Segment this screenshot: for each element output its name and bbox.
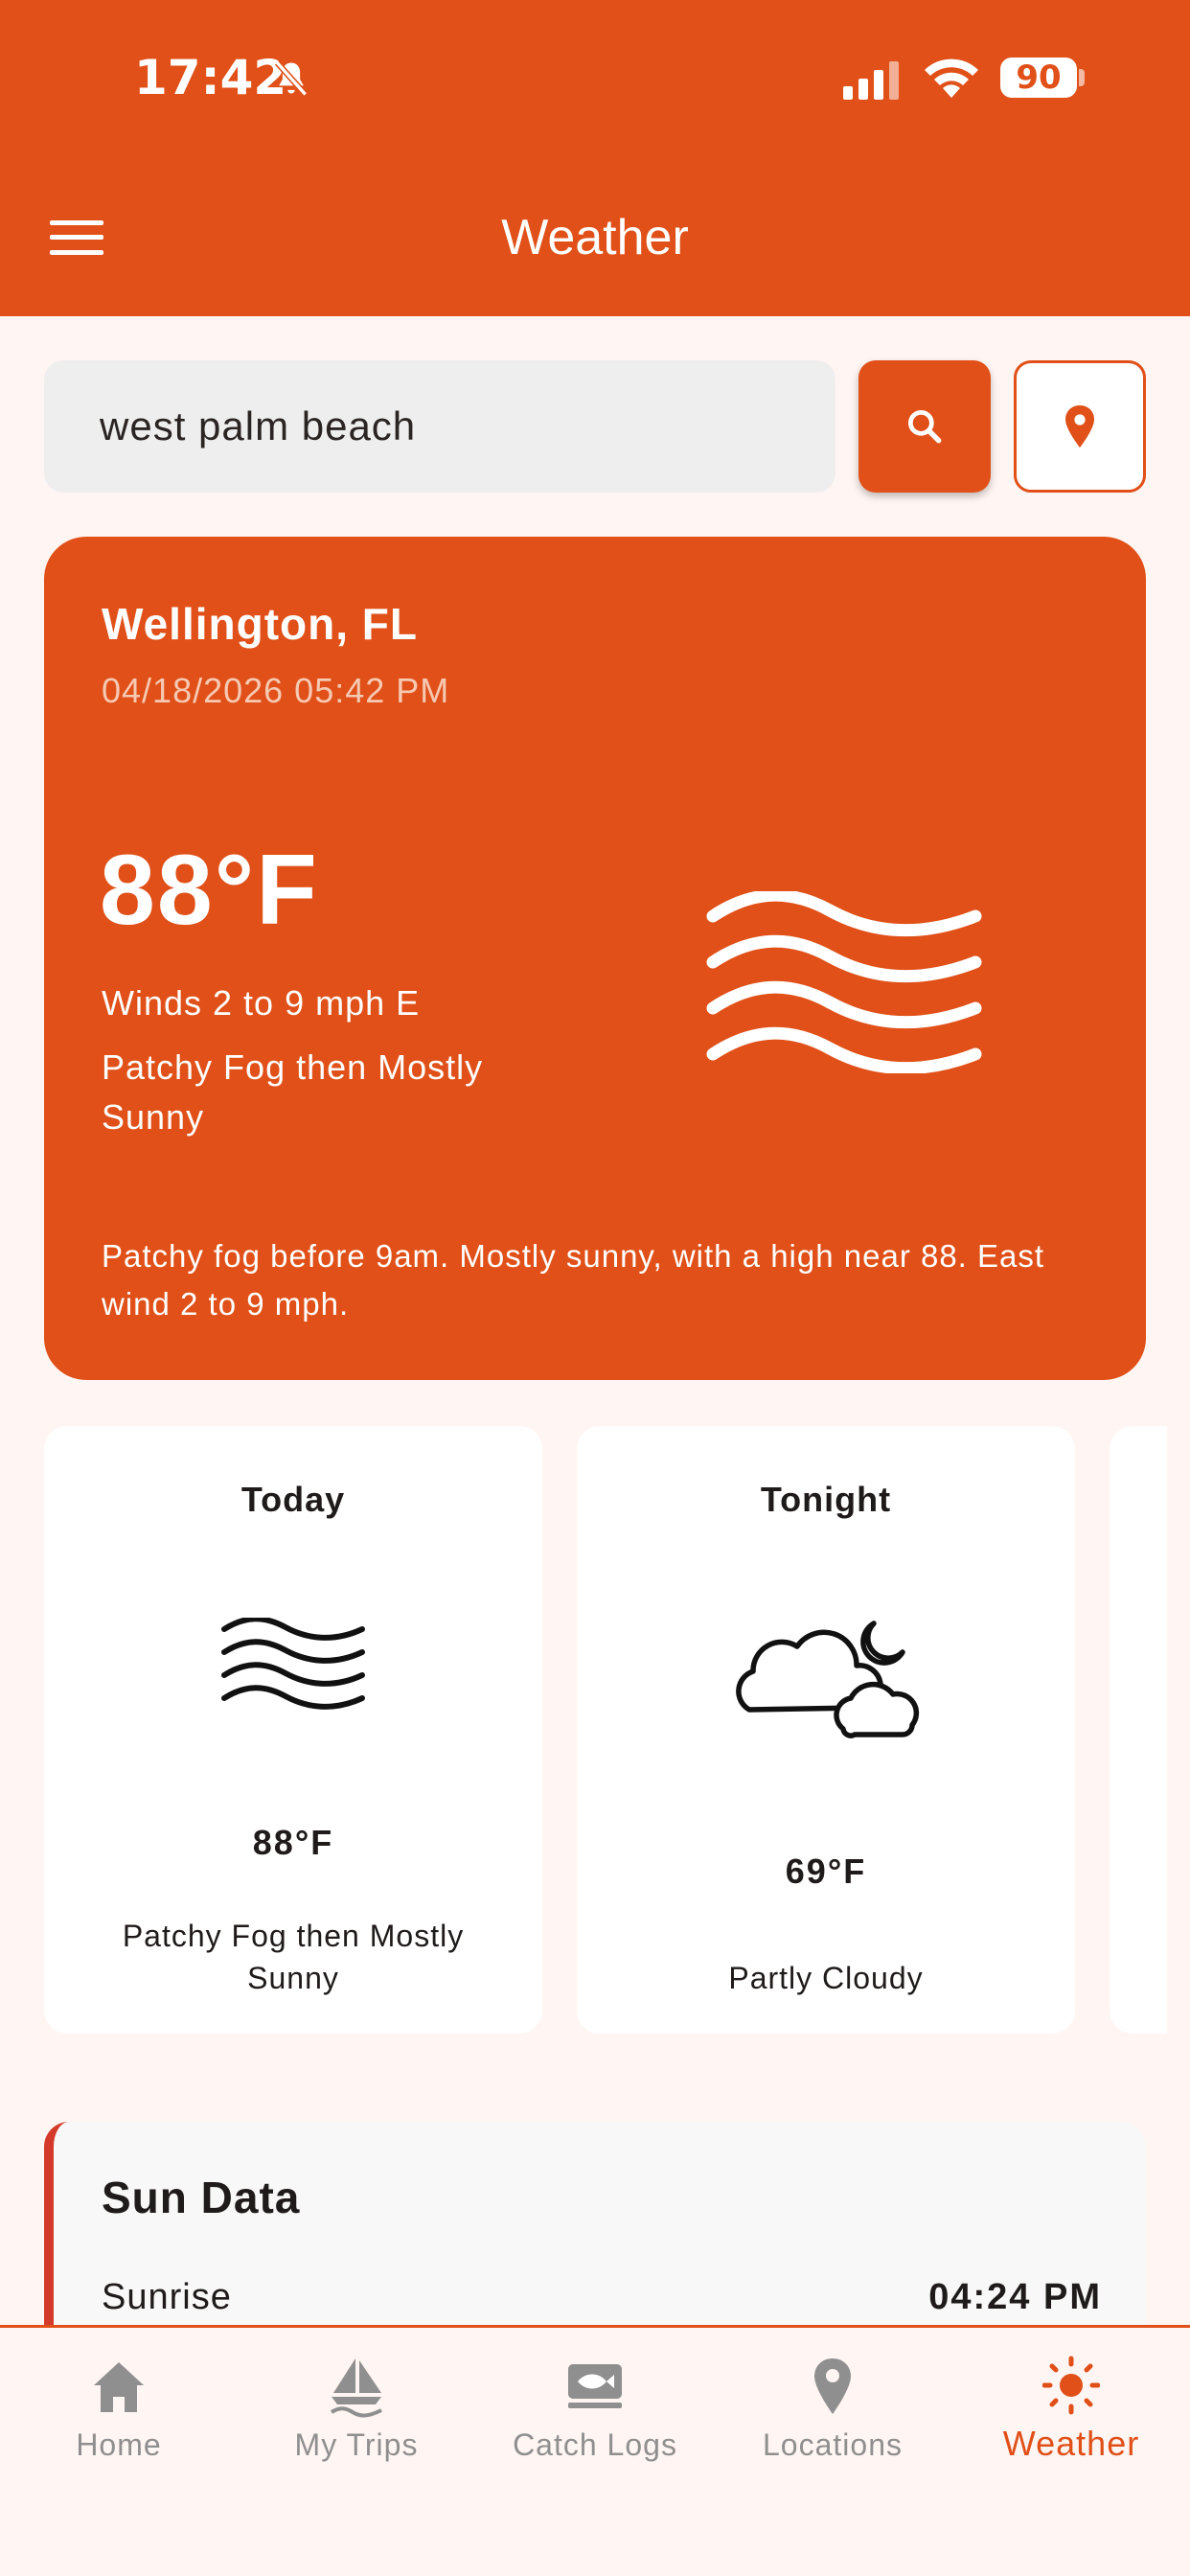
battery-cap — [1079, 69, 1085, 86]
current-location-button[interactable] — [1014, 360, 1146, 493]
current-temperature: 88°F — [100, 835, 319, 946]
nav-label: Weather — [1002, 2424, 1140, 2463]
nav-label: My Trips — [294, 2427, 419, 2462]
map-pin-icon — [814, 2358, 851, 2414]
battery-indicator: 90 — [1000, 58, 1077, 98]
bottom-navigation: Home My Trips Catch Logs Locations Weath… — [0, 2325, 1190, 2576]
nav-label: Locations — [763, 2427, 903, 2462]
sunrise-label: Sunrise — [102, 2277, 232, 2317]
wifi-icon — [925, 58, 978, 98]
nav-locations[interactable]: Locations — [714, 2328, 951, 2519]
sun-icon — [1042, 2356, 1100, 2415]
bell-muted-icon — [274, 60, 309, 97]
forecast-card-next[interactable] — [1110, 1426, 1167, 2034]
period-name: Today — [240, 1480, 346, 1519]
nav-label: Home — [76, 2427, 162, 2462]
period-temperature: 69°F — [785, 1852, 867, 1891]
current-weather-card: Wellington, FL 04/18/2026 05:42 PM 88°F … — [44, 537, 1146, 1380]
detailed-forecast: Patchy fog before 9am. Mostly sunny, wit… — [102, 1238, 1045, 1322]
partly-cloudy-night-icon — [736, 1621, 920, 1738]
period-description: Partly Cloudy — [728, 1961, 924, 1995]
forecast-datetime: 04/18/2026 05:42 PM — [102, 671, 450, 710]
sun-data-title: Sun Data — [102, 2173, 301, 2222]
period-description: Patchy Fog then Mostly Sunny — [122, 1919, 465, 1995]
signal-icon — [843, 61, 899, 100]
search-icon — [907, 409, 942, 444]
fog-icon — [706, 891, 982, 1073]
location-name: Wellington, FL — [102, 599, 418, 649]
nav-my-trips[interactable]: My Trips — [238, 2328, 475, 2519]
sailboat-icon — [330, 2358, 382, 2418]
nav-label: Catch Logs — [513, 2427, 677, 2462]
page-title: Weather — [501, 210, 689, 265]
nav-catch-logs[interactable]: Catch Logs — [476, 2328, 714, 2519]
search-input[interactable] — [44, 360, 835, 493]
status-time: 17:42 — [134, 50, 287, 105]
period-name: Tonight — [760, 1480, 892, 1519]
fog-icon — [221, 1618, 365, 1710]
period-temperature: 88°F — [252, 1823, 334, 1862]
home-icon — [94, 2362, 144, 2412]
nav-weather[interactable]: Weather — [952, 2328, 1190, 2519]
sunrise-value: 04:24 PM — [928, 2277, 1102, 2317]
forecast-card-tonight[interactable]: Tonight 69°F Partly Cloudy — [577, 1426, 1075, 2034]
search-button[interactable] — [858, 360, 991, 493]
fish-log-icon — [568, 2364, 622, 2408]
app-bar: 17:42 90 Weather — [0, 0, 1190, 316]
wind-info: Winds 2 to 9 mph E — [102, 983, 421, 1023]
map-pin-icon — [1065, 405, 1094, 448]
nav-home[interactable]: Home — [0, 2328, 238, 2519]
short-forecast: Patchy Fog then Mostly Sunny — [102, 1047, 484, 1137]
forecast-card-today[interactable]: Today 88°F Patchy Fog then Mostly Sunny — [44, 1426, 542, 2034]
